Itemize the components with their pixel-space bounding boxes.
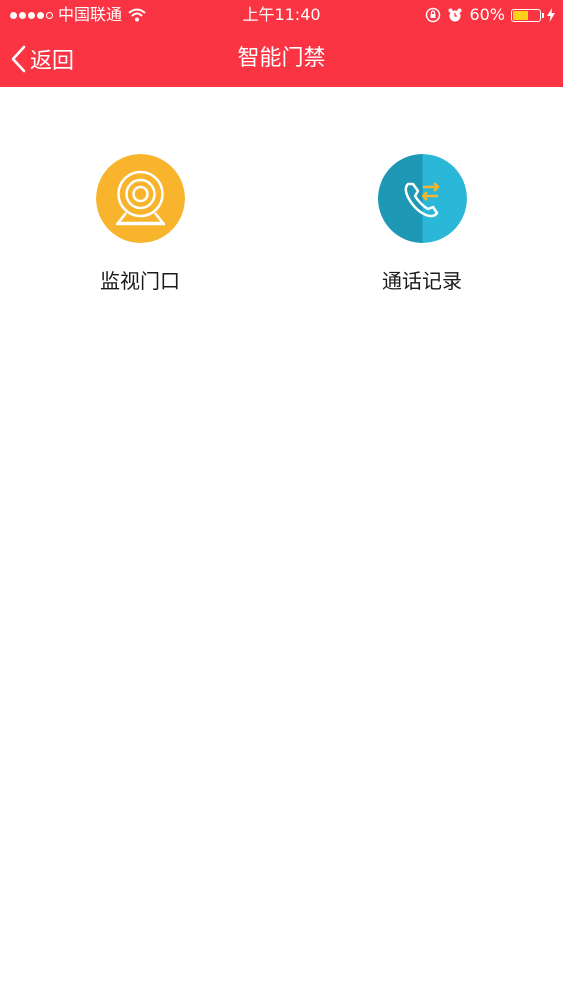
webcam-icon — [95, 154, 185, 243]
battery-percentage: 60% — [469, 5, 505, 24]
monitor-door-button[interactable]: 监视门口 — [40, 154, 240, 294]
call-log-button[interactable]: 通话记录 — [322, 154, 522, 294]
call-log-label: 通话记录 — [382, 269, 462, 293]
app-header: 中国联通 上午11:40 60% 返回 智能门禁 — [0, 0, 563, 87]
phone-log-icon — [377, 154, 467, 243]
rotation-lock-icon — [426, 7, 441, 23]
charging-bolt-icon — [547, 8, 555, 22]
page-title: 智能门禁 — [237, 46, 326, 71]
status-bar: 中国联通 上午11:40 60% — [0, 0, 563, 30]
monitor-door-label: 监视门口 — [100, 269, 180, 293]
status-right: 60% — [425, 0, 555, 30]
alarm-clock-icon — [448, 8, 462, 22]
navigation-bar: 返回 智能门禁 — [0, 30, 563, 87]
battery-icon — [511, 8, 544, 22]
